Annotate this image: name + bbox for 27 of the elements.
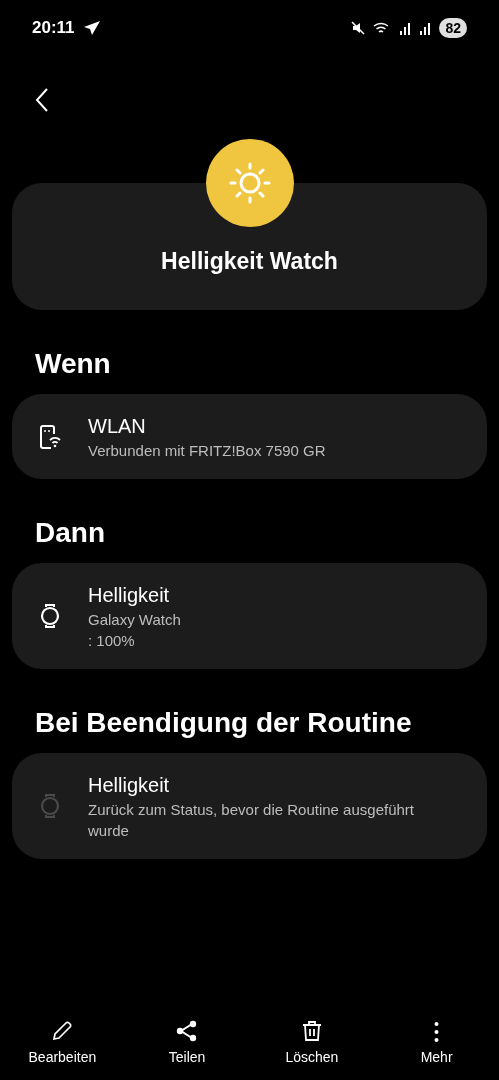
toolbar-button[interactable]: Bearbeiten	[0, 1019, 125, 1068]
item-title: Helligkeit	[88, 583, 171, 608]
pencil-icon	[50, 1019, 75, 1043]
item-detail: : 100%	[88, 631, 136, 651]
toolbar-button[interactable]: Mehr	[374, 1019, 499, 1068]
section-heading: Bei Beendigung der Routine	[34, 706, 413, 740]
sun-icon	[205, 139, 294, 227]
routine-item-card[interactable]: WLAN Verbunden mit FRITZ!Box 7590 GR	[12, 394, 487, 479]
signal-icon	[399, 21, 412, 35]
signal-icon	[419, 21, 432, 35]
battery-level: 82	[439, 18, 467, 38]
routine-item-card[interactable]: Helligkeit Zurück zum Status, bevor die Routine ausgeführt wurde	[12, 753, 487, 859]
section-heading: Dann	[34, 516, 106, 550]
routine-title: Helligkeit Watch	[161, 246, 338, 276]
item-title: Helligkeit	[88, 773, 171, 798]
item-detail: Verbunden mit FRITZ!Box 7590 GR	[88, 441, 326, 461]
section-heading: Wenn	[34, 347, 112, 381]
item-detail: Zurück zum Status, bevor die Routine ausgeführt wurde	[88, 800, 415, 841]
routine-item-card[interactable]: Helligkeit Galaxy Watch : 100%	[12, 563, 487, 669]
status-time: 20:11	[32, 17, 75, 40]
send-icon	[82, 20, 101, 36]
toolbar-button[interactable]: Löschen	[249, 1019, 375, 1068]
mute-icon	[351, 21, 366, 35]
more-icon	[434, 1021, 440, 1043]
toolbar-button[interactable]: Teilen	[124, 1019, 250, 1068]
item-title: WLAN	[88, 414, 147, 439]
item-detail: Galaxy Watch	[88, 610, 181, 630]
